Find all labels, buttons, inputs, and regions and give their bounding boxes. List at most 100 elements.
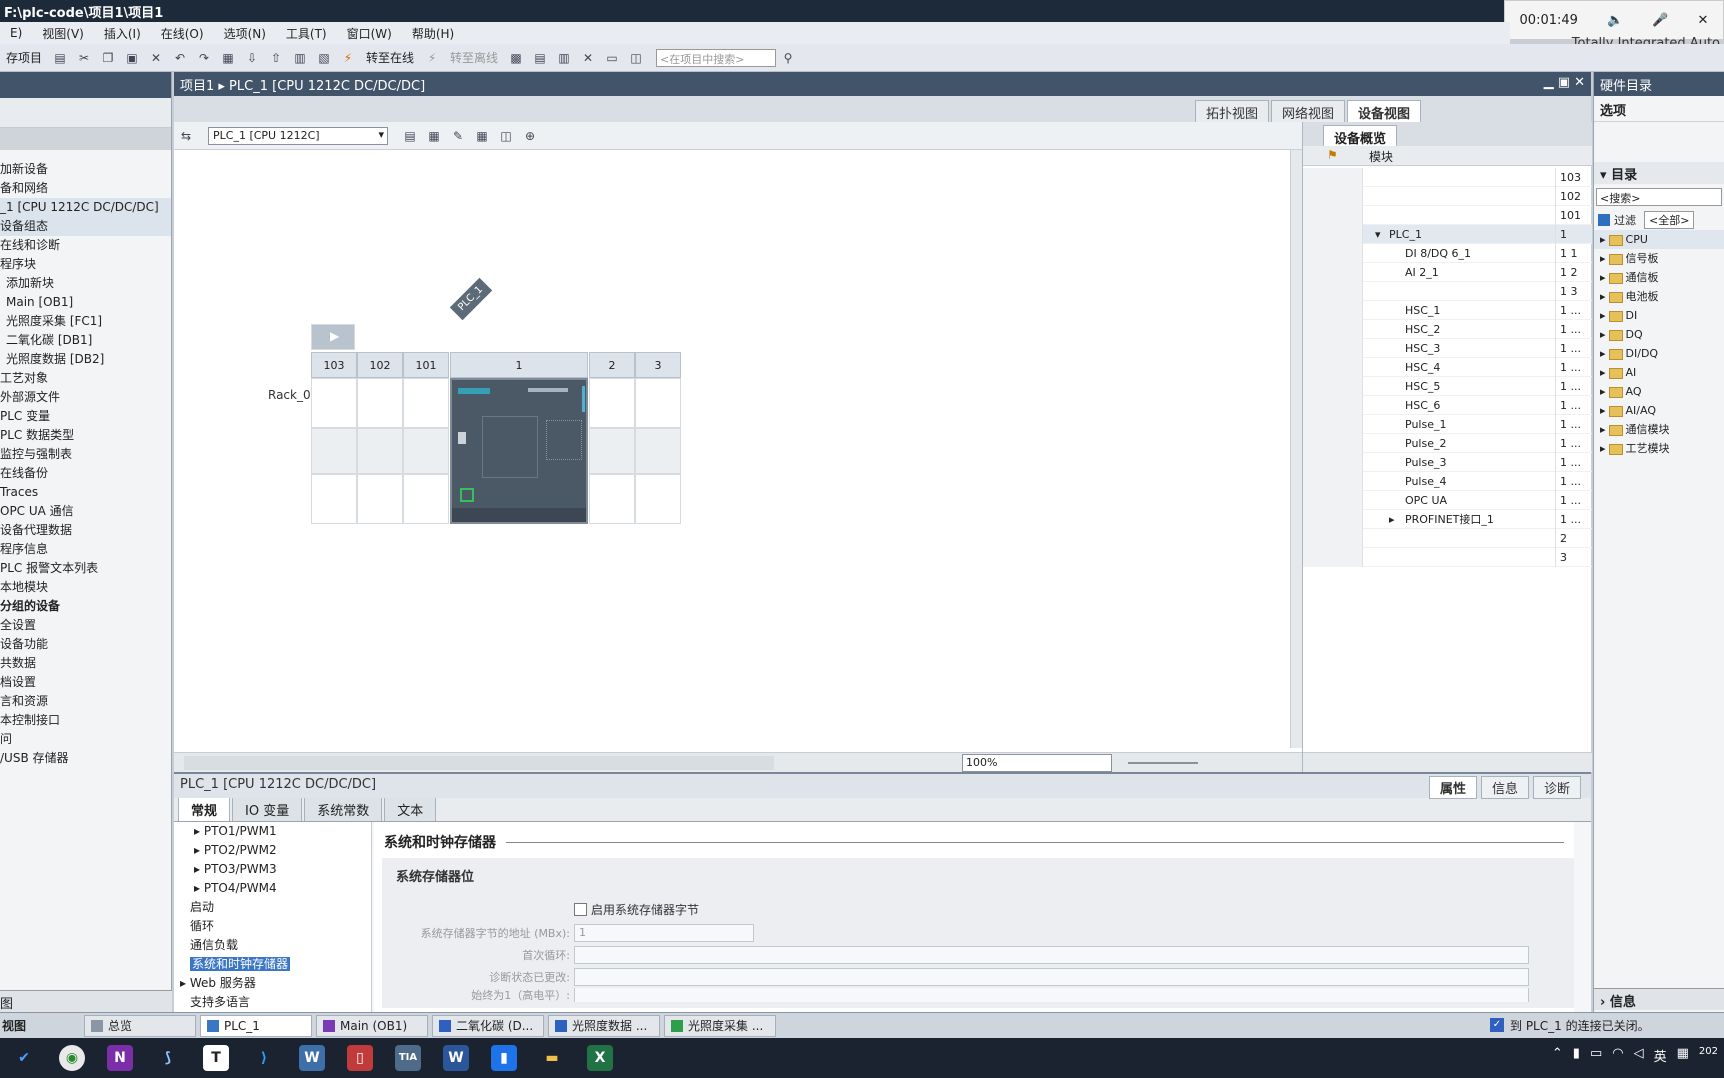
menu-options[interactable]: 选项(N) <box>214 25 276 42</box>
table-row[interactable]: ▸ PROFINET接口_1 1 ... <box>1303 510 1592 529</box>
tree-item-db1[interactable]: 二氧化碳 [DB1] <box>0 331 171 350</box>
filter-checkbox[interactable] <box>1598 214 1610 226</box>
tree-item-security[interactable]: 全设置 <box>0 616 171 635</box>
rack-expand-button[interactable]: ▶ <box>311 324 355 350</box>
microphone-icon[interactable]: 🎤 <box>1652 13 1668 28</box>
start-cpu-icon[interactable]: ▤ <box>532 50 548 66</box>
nav-item-startup[interactable]: 启动 <box>174 898 371 917</box>
tree-item-doc-settings[interactable]: 档设置 <box>0 673 171 692</box>
catalog-item-signal-board[interactable]: ▸ 信号板 <box>1594 249 1724 268</box>
go-offline-button[interactable]: 转至离线 <box>444 49 504 66</box>
nav-item-cycle[interactable]: 循环 <box>174 917 371 936</box>
tree-item-opcua[interactable]: OPC UA 通信 <box>0 502 171 521</box>
tree-item-languages[interactable]: 言和资源 <box>0 692 171 711</box>
clock-date[interactable]: 202 <box>1699 1046 1718 1065</box>
show-modules-icon[interactable]: ▦ <box>426 128 442 144</box>
download-icon[interactable]: ⇩ <box>244 50 260 66</box>
network-icon[interactable]: ◠ <box>1612 1046 1623 1065</box>
tree-item-ungrouped[interactable]: 分组的设备 <box>0 597 171 616</box>
tab-device-view[interactable]: 设备视图 <box>1346 100 1421 122</box>
stop-cpu-icon[interactable]: ▥ <box>556 50 572 66</box>
diag-changed-input[interactable] <box>574 968 1529 986</box>
tree-item-tech-objects[interactable]: 工艺对象 <box>0 369 171 388</box>
catalog-item-dq[interactable]: ▸ DQ <box>1594 325 1724 344</box>
input-language[interactable]: 英 <box>1654 1046 1667 1065</box>
tree-item-db2[interactable]: 光照度数据 [DB2] <box>0 350 171 369</box>
tab-io-tags[interactable]: IO 变量 <box>232 797 303 821</box>
nav-item-system-clock-memory[interactable]: 系统和时钟存储器 <box>174 955 371 974</box>
portal-view-button[interactable]: 视图 <box>0 1017 84 1034</box>
speaker-icon[interactable]: 🔈 <box>1607 13 1623 28</box>
device-select-icon[interactable]: ⇆ <box>178 128 194 144</box>
redo-icon[interactable]: ↷ <box>196 50 212 66</box>
slot-103[interactable] <box>311 378 357 428</box>
volume-icon[interactable]: ◁ <box>1634 1046 1644 1065</box>
taskbar-db1[interactable]: 二氧化碳 (D... <box>432 1014 544 1037</box>
menu-online[interactable]: 在线(O) <box>151 25 214 42</box>
device-canvas[interactable]: PLC_1 ▶ Rack_0 103 102 101 1 2 3 <box>174 150 1290 750</box>
tree-item-main-ob1[interactable]: Main [OB1] <box>0 293 171 312</box>
table-row[interactable]: ▾ PLC_1 1 <box>1303 225 1592 244</box>
tree-item-local-modules[interactable]: 本地模块 <box>0 578 171 597</box>
go-online-icon[interactable]: ⚡ <box>340 50 356 66</box>
table-row[interactable]: 2 <box>1303 529 1592 548</box>
go-offline-icon[interactable]: ⚡ <box>424 50 440 66</box>
table-row[interactable]: 102 <box>1303 187 1592 206</box>
tree-item-watch-tables[interactable]: 监控与强制表 <box>0 445 171 464</box>
cpu-module[interactable] <box>450 378 588 524</box>
slot-101[interactable] <box>403 378 449 428</box>
table-row[interactable]: HSC_1 1 ... <box>1303 301 1592 320</box>
tree-item-plc[interactable]: _1 [CPU 1212C DC/DC/DC] <box>0 198 171 217</box>
cut-icon[interactable]: ✂ <box>76 50 92 66</box>
project-search-input[interactable]: <在项目中搜索> <box>656 48 777 67</box>
tree-item-add-device[interactable]: 加新设备 <box>0 160 171 179</box>
go-online-button[interactable]: 转至在线 <box>360 49 420 66</box>
compile-icon[interactable]: ▦ <box>220 50 236 66</box>
device-select-dropdown[interactable]: PLC_1 [CPU 1212C] ▾ <box>208 126 388 145</box>
catalog-item-comm-board[interactable]: ▸ 通信板 <box>1594 268 1724 287</box>
taskbar-plc1[interactable]: PLC_1 <box>200 1014 312 1037</box>
zoom-slider[interactable] <box>1128 761 1198 764</box>
window-controls-icon[interactable]: ▁ ▣ ✕ <box>1544 75 1585 93</box>
draw-icon[interactable]: ✎ <box>450 128 466 144</box>
taskbar-db2[interactable]: 光照度数据 ... <box>548 1014 660 1037</box>
zoom-dropdown[interactable]: 100% <box>962 753 1112 772</box>
menu-insert[interactable]: 插入(I) <box>94 25 151 42</box>
catalog-item-comm-module[interactable]: ▸ 通信模块 <box>1594 420 1724 439</box>
page-break-icon[interactable]: ◫ <box>498 128 514 144</box>
split-horizontal-icon[interactable]: ▭ <box>604 50 620 66</box>
tree-item-program-info[interactable]: 程序信息 <box>0 540 171 559</box>
battery-icon[interactable]: ▭ <box>1590 1046 1602 1065</box>
catalog-item-cpu[interactable]: ▸ CPU <box>1594 230 1724 249</box>
nav-item-multilanguage[interactable]: 支持多语言 <box>174 993 371 1012</box>
table-row[interactable]: HSC_6 1 ... <box>1303 396 1592 415</box>
nav-item-pto1[interactable]: ▸ PTO1/PWM1 <box>174 822 371 841</box>
tree-item-online-diag[interactable]: 在线和诊断 <box>0 236 171 255</box>
tab-diagnostics[interactable]: 诊断 <box>1532 776 1581 799</box>
catalog-options[interactable]: 选项 <box>1594 96 1724 122</box>
table-row[interactable]: HSC_5 1 ... <box>1303 377 1592 396</box>
taskbar-main-ob1[interactable]: Main (OB1) <box>316 1014 428 1037</box>
search-go-icon[interactable]: ⚲ <box>780 50 796 66</box>
tab-topology-view[interactable]: 拓扑视图 <box>1194 100 1269 122</box>
enable-system-memory-checkbox[interactable] <box>574 903 587 916</box>
tab-general[interactable]: 常规 <box>178 797 231 821</box>
tab-info[interactable]: 信息 <box>1480 776 1529 799</box>
catalog-item-didq[interactable]: ▸ DI/DQ <box>1594 344 1724 363</box>
tree-item-device-config[interactable]: 设备组态 <box>0 217 171 236</box>
table-row[interactable]: OPC UA 1 ... <box>1303 491 1592 510</box>
table-row[interactable]: Pulse_1 1 ... <box>1303 415 1592 434</box>
table-row[interactable]: Pulse_2 1 ... <box>1303 434 1592 453</box>
nav-item-pto3[interactable]: ▸ PTO3/PWM3 <box>174 860 371 879</box>
expand-icon[interactable]: ▾ <box>1375 225 1381 244</box>
tree-item-add-block[interactable]: 添加新块 <box>0 274 171 293</box>
copy-icon[interactable]: ❐ <box>100 50 116 66</box>
table-row[interactable]: Pulse_3 1 ... <box>1303 453 1592 472</box>
word-icon[interactable]: W <box>443 1045 469 1071</box>
tia-portal-icon[interactable]: TIA <box>395 1045 421 1071</box>
paste-icon[interactable]: ▣ <box>124 50 140 66</box>
catalog-search-input[interactable]: <搜索> <box>1596 188 1722 206</box>
chevron-up-icon[interactable]: ⌃ <box>1552 1046 1563 1065</box>
tree-item-online-access[interactable]: 问 <box>0 730 171 749</box>
tab-network-view[interactable]: 网络视图 <box>1270 100 1345 122</box>
